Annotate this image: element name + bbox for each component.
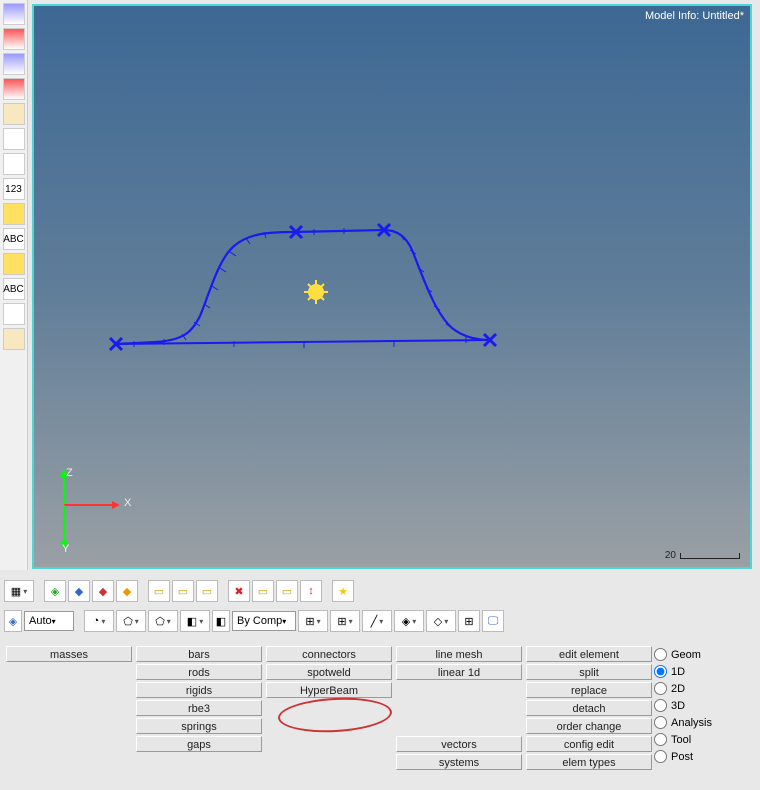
radio-label: 2D xyxy=(671,683,685,695)
panel-button-systems[interactable]: systems xyxy=(396,754,522,770)
abc-b-icon[interactable]: ABC xyxy=(3,278,25,300)
panel-button-detach[interactable]: detach xyxy=(526,700,652,716)
panel-button-elem-types[interactable]: elem types xyxy=(526,754,652,770)
box-d-icon[interactable]: ▭ xyxy=(252,580,274,602)
panel-button-gaps[interactable]: gaps xyxy=(136,736,262,752)
radio-1d[interactable]: 1D xyxy=(654,663,712,680)
radio-label: Geom xyxy=(671,649,701,661)
layer-icon[interactable]: ◈ xyxy=(394,610,424,632)
info-icon[interactable] xyxy=(3,153,25,175)
axis-z-label: Z xyxy=(66,467,73,479)
sel-props-icon[interactable] xyxy=(3,78,25,100)
sel-mats-icon[interactable] xyxy=(3,103,25,125)
panel-button-bars[interactable]: bars xyxy=(136,646,262,662)
shade-mode-icon[interactable]: ◈ xyxy=(4,610,22,632)
measure-icon[interactable] xyxy=(3,303,25,325)
radio-analysis[interactable]: Analysis xyxy=(654,714,712,731)
panel-button-springs[interactable]: springs xyxy=(136,718,262,734)
panel-button-connectors[interactable]: connectors xyxy=(266,646,392,662)
panel-button-order-change[interactable]: order change xyxy=(526,718,652,734)
box-a-icon[interactable]: ▭ xyxy=(148,580,170,602)
panel-button-hyperbeam[interactable]: HyperBeam xyxy=(266,682,392,698)
axis-triad: X Z Y xyxy=(44,465,134,555)
radio-label: Analysis xyxy=(671,717,712,729)
panel-button-line-mesh[interactable]: line mesh xyxy=(396,646,522,662)
toolbar-row-2: ◈Auto ▾◔⬠⬠◧◧By Comp ▾⊞⊞╱◈◇⊞🖵 xyxy=(2,608,758,634)
radio-label: Tool xyxy=(671,734,691,746)
grid2-icon[interactable]: ⊞ xyxy=(458,610,480,632)
dim-a-icon[interactable] xyxy=(3,203,25,225)
radio-label: 1D xyxy=(671,666,685,678)
panel-button-edit-element[interactable]: edit element xyxy=(526,646,652,662)
monitor-icon[interactable]: 🖵 xyxy=(482,610,504,632)
panel-button-rigids[interactable]: rigids xyxy=(136,682,262,698)
comp-green-icon[interactable]: ◈ xyxy=(44,580,66,602)
box-e-icon[interactable]: ▭ xyxy=(276,580,298,602)
radio-tool[interactable]: Tool xyxy=(654,731,712,748)
panel-button-split[interactable]: split xyxy=(526,664,652,680)
box-c-icon[interactable]: ▭ xyxy=(196,580,218,602)
sel-comps-icon[interactable] xyxy=(3,53,25,75)
panel-button-replace[interactable]: replace xyxy=(526,682,652,698)
shade-b-icon[interactable]: ⬠ xyxy=(148,610,178,632)
command-panel: massesbarsconnectorsline meshedit elemen… xyxy=(4,644,756,786)
panel-button-masses[interactable]: masses xyxy=(6,646,132,662)
radio-geom[interactable]: Geom xyxy=(654,646,712,663)
comp-red-icon[interactable]: ◆ xyxy=(92,580,114,602)
viewport[interactable]: Model Info: Untitled* xyxy=(32,4,752,569)
abc-a-icon[interactable]: ABC xyxy=(3,228,25,250)
panel-button-spotweld[interactable]: spotweld xyxy=(266,664,392,680)
panel-button-vectors[interactable]: vectors xyxy=(396,736,522,752)
axis-x-label: X xyxy=(124,497,131,509)
shade-a-icon[interactable]: ◔ xyxy=(84,610,114,632)
box-b-icon[interactable]: ▭ xyxy=(172,580,194,602)
auto-select[interactable]: Auto ▾ xyxy=(24,611,74,631)
find-icon[interactable] xyxy=(3,128,25,150)
radio-label: Post xyxy=(671,751,693,763)
delete-icon[interactable]: ✖ xyxy=(228,580,250,602)
scale-indicator: 20 xyxy=(665,550,740,561)
wire-a-icon[interactable]: ⊞ xyxy=(298,610,328,632)
dim-b-icon[interactable] xyxy=(3,253,25,275)
sel-elems-icon[interactable] xyxy=(3,3,25,25)
cube-color-icon[interactable]: ◧ xyxy=(212,610,230,632)
reorder-icon[interactable]: ↕ xyxy=(300,580,322,602)
numbers-icon[interactable]: 123 xyxy=(3,178,25,200)
sel-nodes-icon[interactable] xyxy=(3,28,25,50)
radio-post[interactable]: Post xyxy=(654,748,712,765)
panel-button-rbe3[interactable]: rbe3 xyxy=(136,700,262,716)
by-comp-select[interactable]: By Comp ▾ xyxy=(232,611,296,631)
diamond-icon[interactable]: ◇ xyxy=(426,610,456,632)
radio-3d[interactable]: 3D xyxy=(654,697,712,714)
comp-orange-icon[interactable]: ◆ xyxy=(116,580,138,602)
left-toolbar: 123 ABC ABC xyxy=(0,0,28,570)
favorite-icon[interactable]: ★ xyxy=(332,580,354,602)
line-icon[interactable]: ╱ xyxy=(362,610,392,632)
wire-b-icon[interactable]: ⊞ xyxy=(330,610,360,632)
cube-a-icon[interactable]: ◧ xyxy=(180,610,210,632)
panel-button-linear-1d[interactable]: linear 1d xyxy=(396,664,522,680)
radio-label: 3D xyxy=(671,700,685,712)
box-icon[interactable] xyxy=(3,328,25,350)
comp-blue-icon[interactable]: ◆ xyxy=(68,580,90,602)
surf-icon[interactable]: ⬠ xyxy=(116,610,146,632)
panel-button-rods[interactable]: rods xyxy=(136,664,262,680)
grid-icon[interactable]: ▦ xyxy=(4,580,34,602)
model-sketch xyxy=(34,6,750,566)
axis-y-label: Y xyxy=(62,543,69,555)
panel-button-config-edit[interactable]: config edit xyxy=(526,736,652,752)
scale-value: 20 xyxy=(665,550,676,561)
radio-2d[interactable]: 2D xyxy=(654,680,712,697)
toolbar-row-1: ▦◈◆◆◆▭▭▭✖▭▭↕★ xyxy=(2,578,758,604)
